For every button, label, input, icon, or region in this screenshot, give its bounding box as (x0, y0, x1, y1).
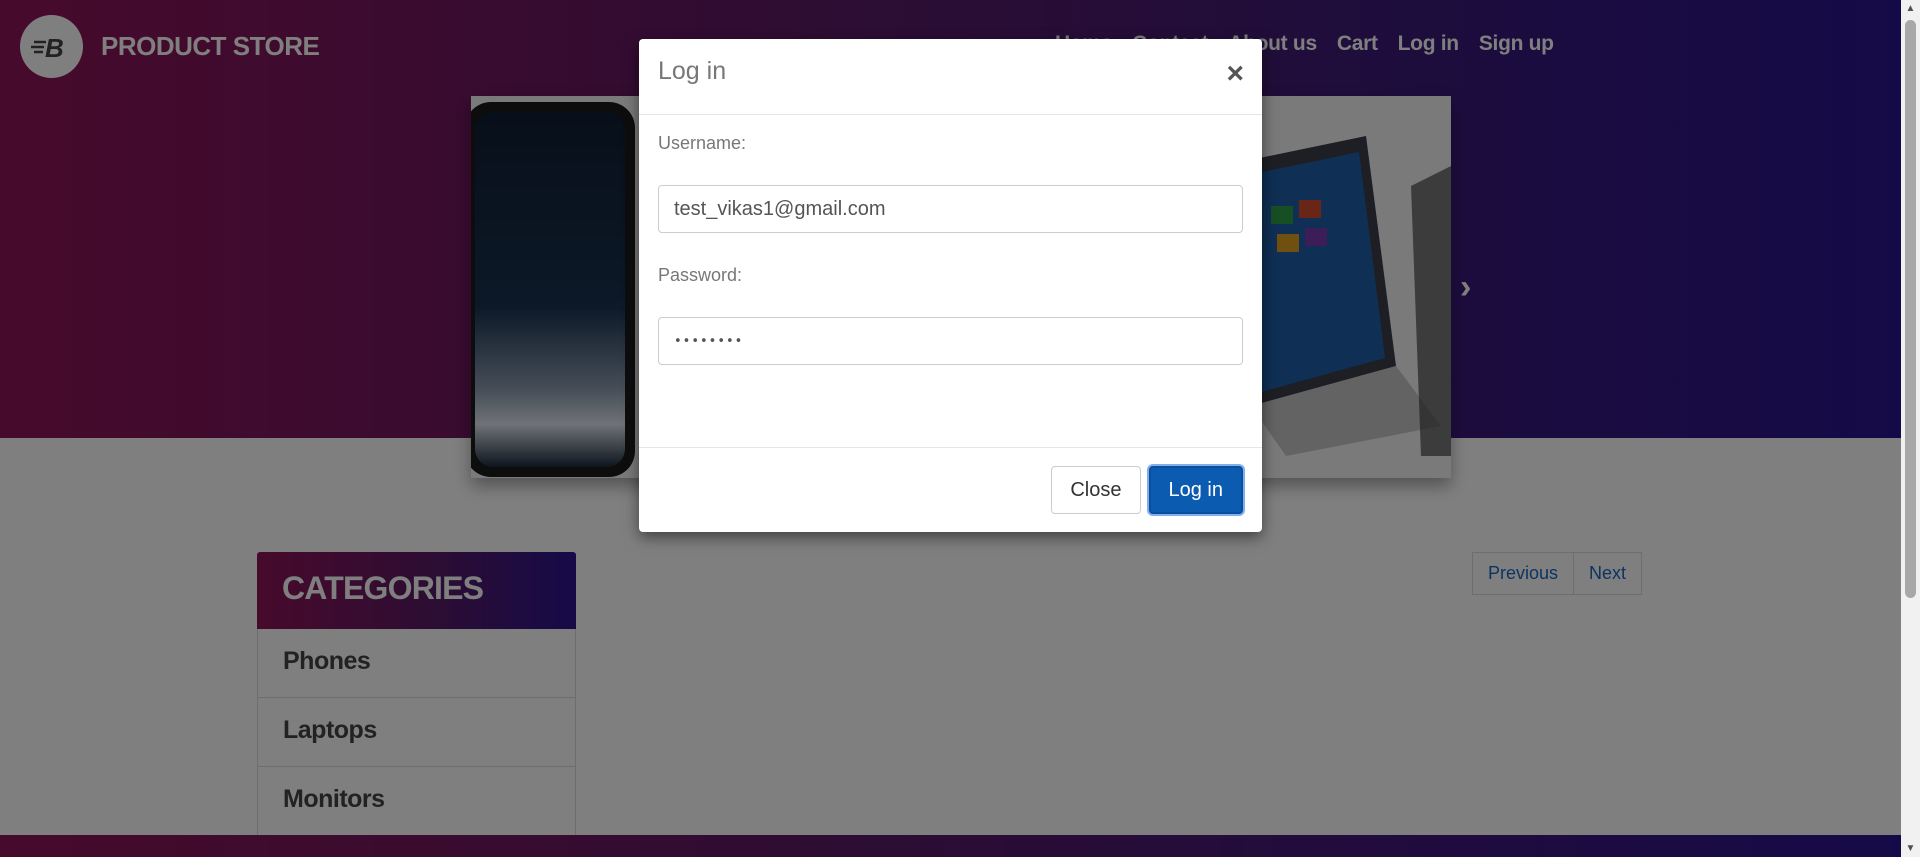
scroll-down-icon[interactable]: ▼ (1901, 840, 1920, 857)
close-icon[interactable]: × (1226, 59, 1244, 89)
modal-header: Log in × (639, 39, 1262, 115)
scrollbar-thumb[interactable] (1905, 20, 1916, 598)
modal-body: Username: Password: (639, 115, 1262, 447)
vertical-scrollbar[interactable]: ▲ ▼ (1901, 0, 1920, 857)
modal-footer: Close Log in (639, 447, 1262, 532)
password-field[interactable] (658, 317, 1243, 365)
password-label: Password: (658, 265, 743, 285)
username-label: Username: (658, 133, 747, 153)
login-button[interactable]: Log in (1148, 466, 1243, 514)
modal-title: Log in (658, 57, 727, 85)
close-button[interactable]: Close (1051, 466, 1141, 514)
username-field[interactable] (658, 185, 1243, 233)
scroll-up-icon[interactable]: ▲ (1901, 0, 1920, 17)
login-modal: Log in × Username: Password: Close Log i… (639, 39, 1262, 532)
